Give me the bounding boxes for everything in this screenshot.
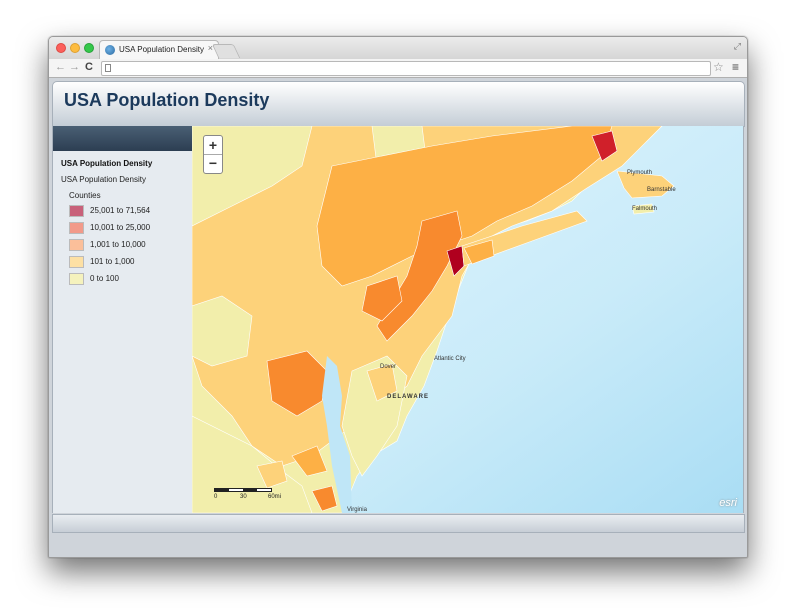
legend-swatch <box>69 222 84 234</box>
legend-label: 101 to 1,000 <box>90 257 135 266</box>
legend-swatch <box>69 239 84 251</box>
legend-sidebar: USA Population Density USA Population De… <box>52 126 193 513</box>
zoom-out-button[interactable]: − <box>204 154 222 172</box>
browser-window: USA Population Density × ⤢ ← → C ☆ ≡ USA… <box>48 36 748 558</box>
zoom-control: + − <box>203 135 223 174</box>
menu-icon[interactable]: ≡ <box>732 60 739 74</box>
legend-label: 25,001 to 71,564 <box>90 206 151 215</box>
scale-label-0: 0 <box>214 494 218 500</box>
address-bar[interactable] <box>101 61 711 76</box>
map-label-delaware: DELAWARE <box>387 394 430 400</box>
maximize-window-button[interactable] <box>84 43 94 53</box>
app-footer <box>52 514 745 533</box>
legend-swatch <box>69 205 84 217</box>
legend-swatch <box>69 273 84 285</box>
globe-icon <box>105 45 115 55</box>
map-label-falmouth: Falmouth <box>632 206 658 212</box>
sidebar-header-bar <box>53 126 192 151</box>
browser-tab[interactable]: USA Population Density × <box>99 40 219 60</box>
app-header: USA Population Density <box>52 81 745 127</box>
minimize-window-button[interactable] <box>70 43 80 53</box>
scale-label-30: 30 <box>240 494 247 500</box>
app-container: USA Population Density USA Population De… <box>49 78 747 557</box>
legend-title: USA Population Density <box>61 159 153 168</box>
tab-title: USA Population Density <box>119 45 204 54</box>
page-icon <box>105 64 111 72</box>
legend-label: 0 to 100 <box>90 274 119 283</box>
map-canvas[interactable] <box>192 126 743 513</box>
map-view[interactable]: + − Plymouth Barnstable Falmouth Atlanti… <box>192 126 744 513</box>
legend-sublayer: Counties <box>69 191 101 200</box>
legend-label: 1,001 to 10,000 <box>90 240 146 249</box>
legend-swatch <box>69 256 84 268</box>
zoom-in-button[interactable]: + <box>204 136 222 155</box>
browser-toolbar: ← → C ☆ ≡ <box>49 59 747 78</box>
map-label-dover: Dover <box>380 364 397 370</box>
page-title: USA Population Density <box>64 90 270 110</box>
bookmark-star-icon[interactable]: ☆ <box>713 60 724 74</box>
browser-titlebar: USA Population Density × ⤢ <box>49 37 747 60</box>
back-arrow-icon[interactable]: ← <box>55 61 66 73</box>
scale-label-60: 60mi <box>268 494 282 500</box>
reload-icon[interactable]: C <box>85 61 93 73</box>
legend-layer-name: USA Population Density <box>61 175 146 184</box>
esri-logo: esri <box>719 497 737 509</box>
map-label-barnstable: Barnstable <box>647 187 676 193</box>
map-label-atlantic-city: Atlantic City <box>434 356 466 362</box>
close-window-button[interactable] <box>56 43 66 53</box>
map-label-virginia: Virginia <box>347 507 367 513</box>
map-label-plymouth: Plymouth <box>627 170 653 176</box>
scale-bar <box>214 488 272 492</box>
fullscreen-icon[interactable]: ⤢ <box>734 41 741 52</box>
legend-label: 10,001 to 25,000 <box>90 223 151 232</box>
forward-arrow-icon[interactable]: → <box>69 61 80 73</box>
